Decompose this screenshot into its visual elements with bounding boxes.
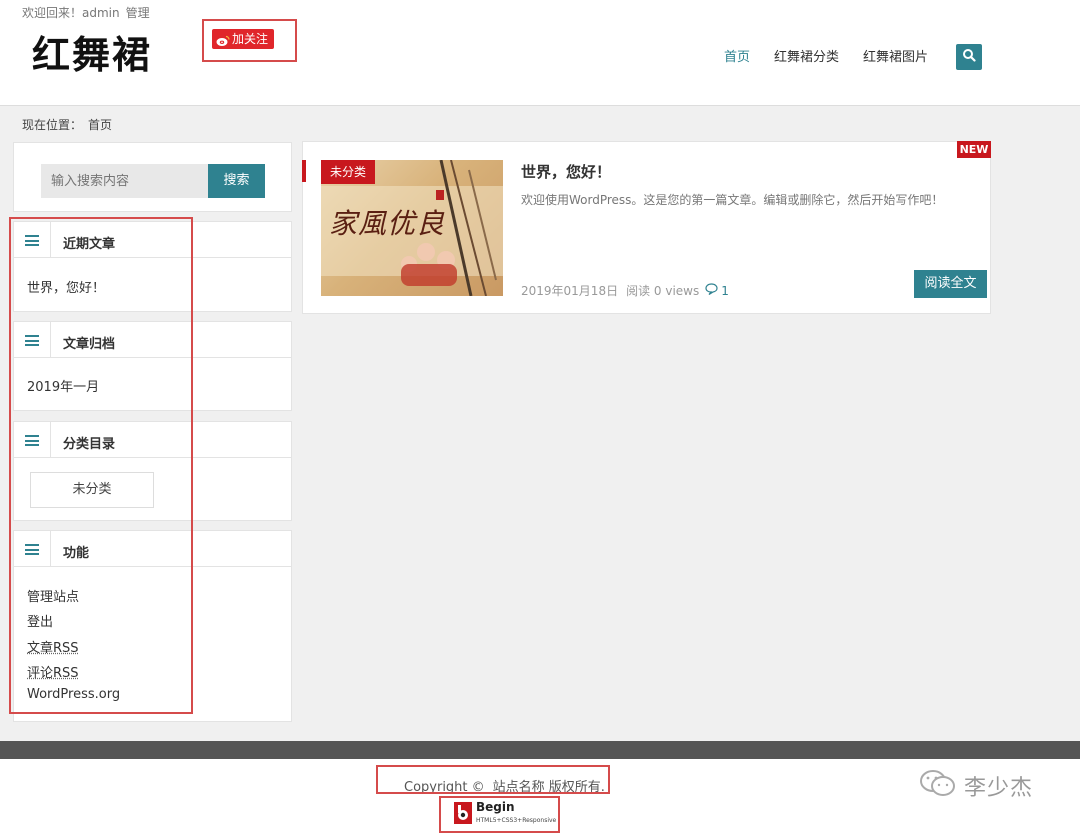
welcome-bar: 欢迎回来！admin 管理 xyxy=(22,4,150,21)
footer-divider xyxy=(0,741,1080,759)
admin-link[interactable]: 管理 xyxy=(126,6,150,20)
comment-count: 1 xyxy=(721,283,729,298)
main-nav: 首页 红舞裙分类 红舞裙图片 xyxy=(724,46,952,65)
post-thumbnail[interactable]: 未分类 家風优良 xyxy=(321,160,503,296)
annotation-box xyxy=(9,217,193,714)
nav-item-home[interactable]: 首页 xyxy=(724,46,750,65)
header-search-button[interactable] xyxy=(956,44,982,70)
breadcrumb-label: 现在位置： xyxy=(22,118,83,132)
post-comments[interactable]: 1 xyxy=(705,283,729,298)
annotation-box xyxy=(439,796,560,833)
site-logo[interactable]: 红舞裙 xyxy=(32,24,152,79)
search-icon xyxy=(962,48,976,66)
wechat-icon xyxy=(918,768,958,804)
post-title[interactable]: 世界，您好！ xyxy=(521,161,611,182)
nav-item-images[interactable]: 红舞裙图片 xyxy=(863,46,928,65)
wechat-watermark: 李少杰 xyxy=(918,768,1033,804)
post-card: NEW 未分类 家風优良 世界，您好！ 欢迎使用WordPress。这是您的第一… xyxy=(302,141,991,314)
post-category-tag[interactable]: 未分类 xyxy=(321,160,376,184)
post-date: 2019年01月18日 xyxy=(521,284,619,298)
read-more-button[interactable]: 阅读全文 xyxy=(914,270,987,298)
search-input[interactable] xyxy=(41,164,208,198)
watermark-text: 李少杰 xyxy=(964,776,1034,801)
thumbnail-calligraphy: 家風优良 xyxy=(329,207,446,240)
annotation-box xyxy=(376,765,610,794)
post-excerpt: 欢迎使用WordPress。这是您的第一篇文章。编辑或删除它，然后开始写作吧！ xyxy=(521,193,944,207)
nav-item-categories[interactable]: 红舞裙分类 xyxy=(774,46,839,65)
annotation-box xyxy=(202,19,297,62)
post-views: 阅读 0 views xyxy=(626,284,700,298)
new-badge: NEW xyxy=(957,141,991,158)
post-meta: 2019年01月18日 阅读 0 views 1 xyxy=(521,282,729,299)
welcome-text: 欢迎回来！admin xyxy=(22,6,120,20)
post-accent-bar xyxy=(302,160,306,182)
breadcrumb: 现在位置： 首页 xyxy=(22,116,112,133)
sidebar-search-widget: 搜索 xyxy=(13,142,292,212)
search-button[interactable]: 搜索 xyxy=(208,164,265,198)
breadcrumb-home[interactable]: 首页 xyxy=(88,118,112,132)
comment-icon xyxy=(705,283,718,298)
